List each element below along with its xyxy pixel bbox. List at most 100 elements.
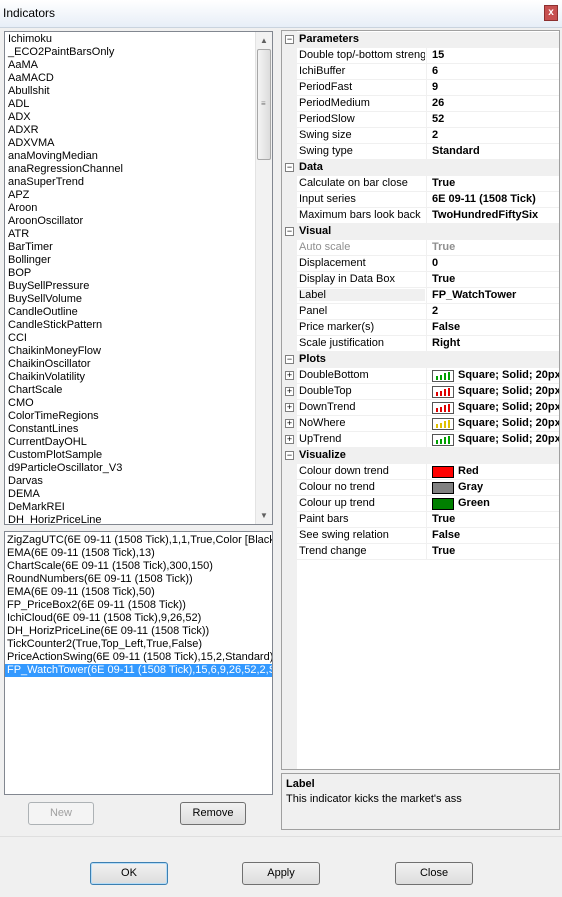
column-divider[interactable] <box>426 432 427 448</box>
list-item[interactable]: CMO <box>7 397 257 410</box>
column-divider[interactable] <box>426 128 427 144</box>
property-row[interactable]: NoWhere + Square; Solid; 20px <box>285 416 559 432</box>
property-value[interactable]: 2 <box>432 305 559 317</box>
property-row[interactable]: See swing relation False <box>297 528 559 544</box>
property-value[interactable]: True <box>432 177 559 189</box>
property-row[interactable]: Scale justification Right <box>297 336 559 352</box>
property-value[interactable]: Square; Solid; 20px <box>458 401 559 413</box>
property-value[interactable]: True <box>432 273 559 285</box>
list-item[interactable]: DEMA <box>7 488 257 501</box>
property-value[interactable]: True <box>432 241 559 253</box>
property-value[interactable]: True <box>432 513 559 525</box>
column-divider[interactable] <box>426 400 427 416</box>
list-item[interactable]: ChartScale <box>7 384 257 397</box>
scroll-down-icon[interactable]: ▼ <box>256 507 272 524</box>
property-value[interactable]: 6E 09-11 (1508 Tick) <box>432 193 559 205</box>
list-item[interactable]: ADXR <box>7 124 257 137</box>
property-value[interactable]: FP_WatchTower <box>432 289 559 301</box>
collapse-icon[interactable]: − <box>285 35 294 44</box>
column-divider[interactable] <box>426 208 427 224</box>
list-item[interactable]: Ichimoku <box>7 33 257 46</box>
column-divider[interactable] <box>426 112 427 128</box>
list-item[interactable]: ADL <box>7 98 257 111</box>
column-divider[interactable] <box>426 320 427 336</box>
ok-button[interactable]: OK <box>90 862 168 885</box>
property-value[interactable]: 0 <box>432 257 559 269</box>
column-divider[interactable] <box>426 80 427 96</box>
list-item[interactable]: ChaikinMoneyFlow <box>7 345 257 358</box>
list-item[interactable]: anaMovingMedian <box>7 150 257 163</box>
list-item[interactable]: CCI <box>7 332 257 345</box>
applied-list-item[interactable]: EMA(6E 09-11 (1508 Tick),50) <box>5 586 272 599</box>
list-item[interactable]: ConstantLines <box>7 423 257 436</box>
list-item[interactable]: ChaikinVolatility <box>7 371 257 384</box>
applied-list-item[interactable]: DH_HorizPriceLine(6E 09-11 (1508 Tick)) <box>5 625 272 638</box>
indicator-list-scrollbar[interactable]: ▲ ≡ ▼ <box>255 32 272 524</box>
list-item[interactable]: APZ <box>7 189 257 202</box>
expand-icon[interactable]: + <box>285 435 294 444</box>
applied-list-item[interactable]: ChartScale(6E 09-11 (1508 Tick),300,150) <box>5 560 272 573</box>
expand-icon[interactable]: + <box>285 419 294 428</box>
property-value[interactable]: Square; Solid; 20px <box>458 433 559 445</box>
category-plots[interactable]: − Plots <box>282 352 559 368</box>
applied-list-item[interactable]: ZigZagUTC(6E 09-11 (1508 Tick),1,1,True,… <box>5 534 272 547</box>
applied-list-item[interactable]: PriceActionSwing(6E 09-11 (1508 Tick),15… <box>5 651 272 664</box>
applied-indicator-list[interactable]: ZigZagUTC(6E 09-11 (1508 Tick),1,1,True,… <box>4 531 273 795</box>
scroll-thumb[interactable]: ≡ <box>257 49 271 160</box>
column-divider[interactable] <box>426 384 427 400</box>
property-grid[interactable]: − Parameters Double top/-bottom strength 15… <box>281 30 560 770</box>
applied-list-item[interactable]: RoundNumbers(6E 09-11 (1508 Tick)) <box>5 573 272 586</box>
expand-icon[interactable]: + <box>285 387 294 396</box>
indicator-list[interactable]: Ichimoku _ECO2PaintBarsOnly AaMA AaMACD Abul… <box>4 31 273 525</box>
list-item[interactable]: _ECO2PaintBarsOnly <box>7 46 257 59</box>
remove-button[interactable]: Remove <box>180 802 246 825</box>
property-value[interactable]: 26 <box>432 97 559 109</box>
window-close-button[interactable]: x <box>544 5 558 21</box>
property-row[interactable]: DoubleTop + Square; Solid; 20px <box>285 384 559 400</box>
list-item[interactable]: CandleOutline <box>7 306 257 319</box>
column-divider[interactable] <box>426 416 427 432</box>
property-row[interactable]: DoubleBottom + Square; Solid; 20px <box>285 368 559 384</box>
column-divider[interactable] <box>426 464 427 480</box>
collapse-icon[interactable]: − <box>285 451 294 460</box>
applied-list-item[interactable]: EMA(6E 09-11 (1508 Tick),13) <box>5 547 272 560</box>
column-divider[interactable] <box>426 496 427 512</box>
property-value[interactable]: 2 <box>432 129 559 141</box>
property-row[interactable]: Input series 6E 09-11 (1508 Tick) <box>297 192 559 208</box>
collapse-icon[interactable]: − <box>285 227 294 236</box>
property-row[interactable]: Swing size 2 <box>297 128 559 144</box>
property-row[interactable]: UpTrend + Square; Solid; 20px <box>285 432 559 448</box>
list-item[interactable]: CurrentDayOHL <box>7 436 257 449</box>
property-row[interactable]: PeriodSlow 52 <box>297 112 559 128</box>
column-divider[interactable] <box>426 336 427 352</box>
list-item[interactable]: d9ParticleOscillator_V3 <box>7 462 257 475</box>
property-value[interactable]: 52 <box>432 113 559 125</box>
column-divider[interactable] <box>426 96 427 112</box>
property-value[interactable]: Green <box>458 497 559 509</box>
list-item[interactable]: ChaikinOscillator <box>7 358 257 371</box>
property-row[interactable]: Trend change True <box>297 544 559 560</box>
column-divider[interactable] <box>426 256 427 272</box>
property-value[interactable]: Square; Solid; 20px <box>458 385 559 397</box>
property-row[interactable]: Colour down trend Red <box>297 464 559 480</box>
column-divider[interactable] <box>426 192 427 208</box>
list-item[interactable]: DeMarkREI <box>7 501 257 514</box>
property-value[interactable]: TwoHundredFiftySix <box>432 209 559 221</box>
list-item[interactable]: anaRegressionChannel <box>7 163 257 176</box>
column-divider[interactable] <box>426 176 427 192</box>
category-visualize[interactable]: − Visualize <box>282 448 559 464</box>
property-value[interactable]: False <box>432 529 559 541</box>
property-value[interactable]: Standard <box>432 145 559 157</box>
list-item[interactable]: Bollinger <box>7 254 257 267</box>
new-button[interactable]: New <box>28 802 94 825</box>
property-row[interactable]: Colour no trend Gray <box>297 480 559 496</box>
property-row[interactable]: Colour up trend Green <box>297 496 559 512</box>
apply-button[interactable]: Apply <box>242 862 320 885</box>
property-value[interactable]: True <box>432 545 559 557</box>
expand-icon[interactable]: + <box>285 403 294 412</box>
list-item[interactable]: anaSuperTrend <box>7 176 257 189</box>
property-value[interactable]: Square; Solid; 20px <box>458 369 559 381</box>
column-divider[interactable] <box>426 272 427 288</box>
category-data[interactable]: − Data <box>282 160 559 176</box>
column-divider[interactable] <box>426 64 427 80</box>
